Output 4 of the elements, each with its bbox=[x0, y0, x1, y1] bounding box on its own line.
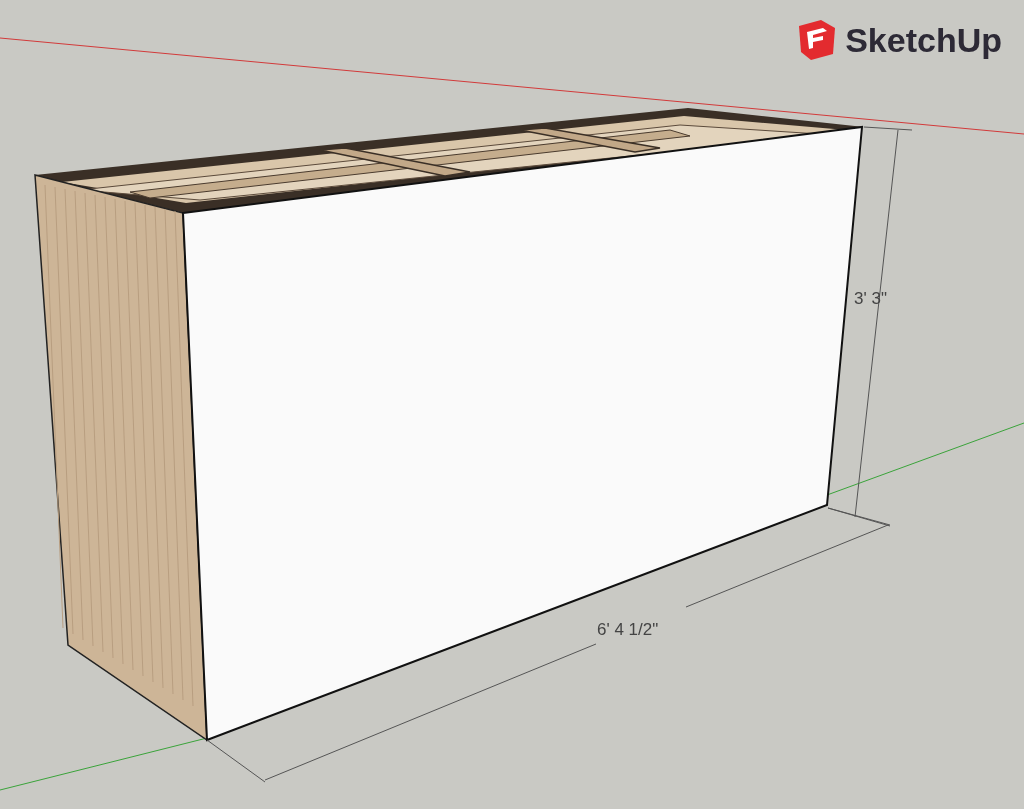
logo-icon bbox=[797, 18, 838, 62]
logo-text: SketchUp bbox=[845, 23, 1002, 57]
dimension-label: 3' 3" bbox=[854, 290, 887, 307]
dimension-label: 6' 4 1/2" bbox=[597, 621, 659, 638]
